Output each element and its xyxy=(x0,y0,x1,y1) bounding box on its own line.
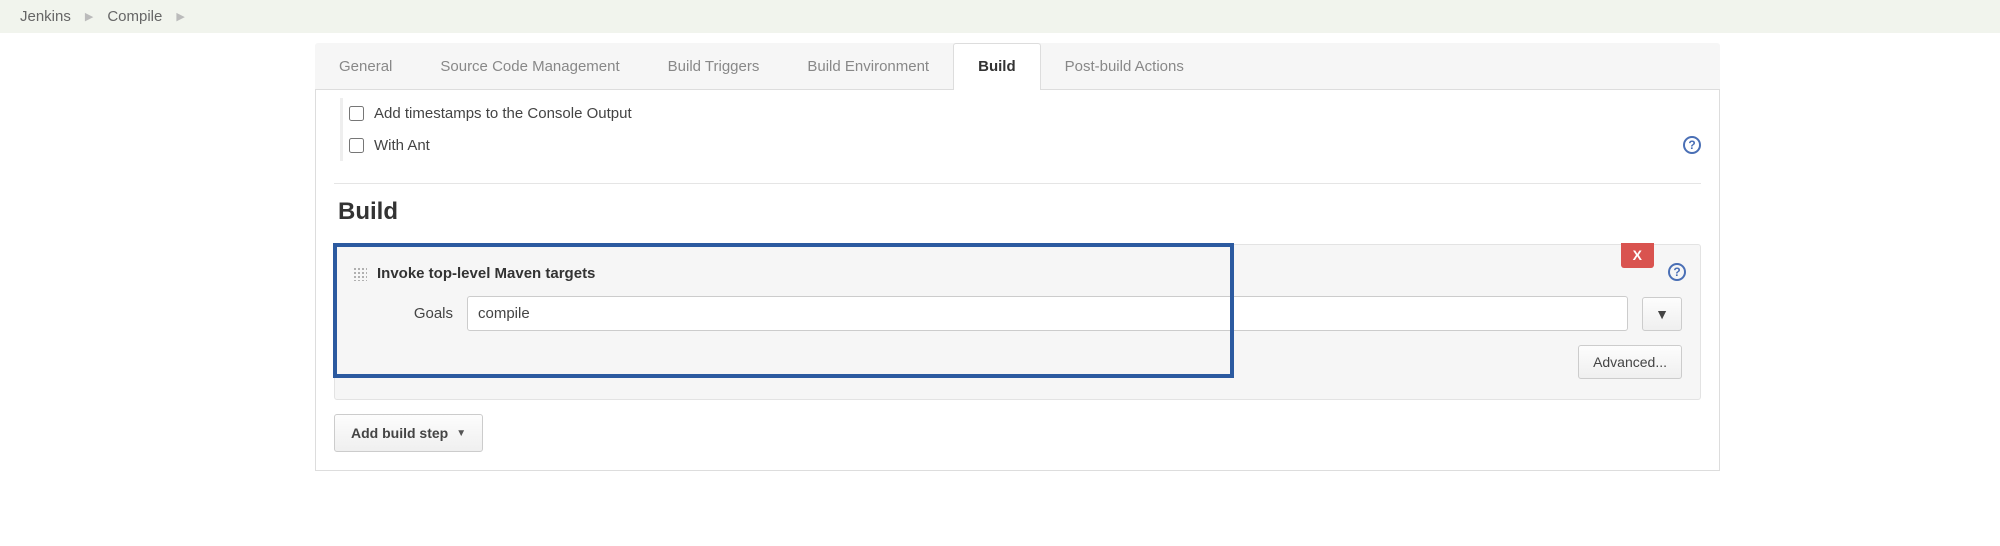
breadcrumb-item-jenkins[interactable]: Jenkins xyxy=(20,8,71,25)
tab-build[interactable]: Build xyxy=(953,43,1041,90)
breadcrumb-item-compile[interactable]: Compile xyxy=(107,8,162,25)
timestamps-label: Add timestamps to the Console Output xyxy=(374,105,632,122)
add-build-step-button[interactable]: Add build step ▼ xyxy=(334,414,483,452)
goals-input[interactable] xyxy=(467,296,1628,331)
tab-build-environment[interactable]: Build Environment xyxy=(783,43,953,89)
drag-handle-icon[interactable] xyxy=(353,267,367,281)
goals-label: Goals xyxy=(353,305,453,322)
main-content: General Source Code Management Build Tri… xyxy=(315,33,1720,471)
expand-goals-button[interactable]: ▼ xyxy=(1642,297,1682,331)
tab-build-triggers[interactable]: Build Triggers xyxy=(644,43,784,89)
build-step-maven: X ? Invoke top-level Maven targets Goals… xyxy=(334,244,1701,400)
delete-step-button[interactable]: X xyxy=(1621,243,1654,268)
config-tabs: General Source Code Management Build Tri… xyxy=(315,43,1720,90)
option-with-ant: With Ant ? xyxy=(340,129,1701,161)
advanced-button[interactable]: Advanced... xyxy=(1578,345,1682,379)
help-icon[interactable]: ? xyxy=(1668,263,1686,281)
tab-post-build-actions[interactable]: Post-build Actions xyxy=(1041,43,1208,89)
build-step-footer: Advanced... xyxy=(353,345,1682,379)
add-build-step-label: Add build step xyxy=(351,425,448,441)
tab-scm[interactable]: Source Code Management xyxy=(416,43,643,89)
timestamps-checkbox[interactable] xyxy=(349,106,364,121)
tab-general[interactable]: General xyxy=(315,43,416,89)
with-ant-checkbox[interactable] xyxy=(349,138,364,153)
option-timestamps: Add timestamps to the Console Output xyxy=(340,98,1701,129)
breadcrumb: Jenkins ▶ Compile ▶ xyxy=(0,0,2000,33)
section-divider xyxy=(334,183,1701,184)
config-body: Add timestamps to the Console Output Wit… xyxy=(315,90,1720,471)
help-icon[interactable]: ? xyxy=(1683,136,1701,154)
with-ant-label: With Ant xyxy=(374,137,430,154)
breadcrumb-separator-icon: ▶ xyxy=(176,10,184,23)
build-step-title: Invoke top-level Maven targets xyxy=(377,265,595,282)
chevron-down-icon: ▼ xyxy=(456,428,466,439)
section-title-build: Build xyxy=(338,198,1701,226)
goals-row: Goals ▼ xyxy=(353,296,1682,331)
build-step-header: Invoke top-level Maven targets xyxy=(353,265,1682,282)
breadcrumb-separator-icon: ▶ xyxy=(85,10,93,23)
